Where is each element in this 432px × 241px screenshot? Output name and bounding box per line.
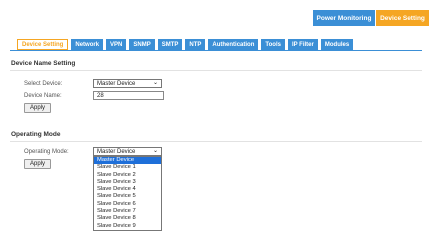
tab-authentication[interactable]: Authentication [208,39,259,50]
option-item[interactable]: Master Device [94,157,161,165]
option-item[interactable]: Slave Device 1 [94,164,161,171]
option-item[interactable]: Slave Device 5 [94,193,161,200]
device-name-value: 28 [97,92,104,99]
option-item[interactable]: Slave Device 6 [94,201,161,208]
option-item[interactable]: Slave Device 3 [94,179,161,186]
settings-tabs: Device Setting Network VPN SNMP SMTP NTP… [17,39,354,50]
operating-mode-label: Operating Mode: [24,149,69,155]
select-device-label: Select Device: [24,81,63,87]
option-item[interactable]: Slave Device 2 [94,172,161,179]
operating-mode-dropdown[interactable]: Master Device ⌄ [93,147,162,156]
tab-tools[interactable]: Tools [261,39,285,50]
device-name-setting-title: Device Name Setting [11,60,76,67]
power-monitoring-button[interactable]: Power Monitoring [313,10,375,26]
tab-network[interactable]: Network [71,39,104,50]
device-name-label: Device Name: [24,93,62,99]
device-setting-button[interactable]: Device Setting [376,10,429,26]
tab-modules[interactable]: Modules [320,39,354,50]
operating-mode-options-list: Master Device Slave Device 1 Slave Devic… [93,156,162,231]
tab-vpn[interactable]: VPN [106,39,127,50]
operating-mode-apply-button[interactable]: Apply [24,159,51,169]
tab-underline [10,50,422,51]
option-item[interactable]: Slave Device 7 [94,208,161,215]
operating-mode-title: Operating Mode [11,131,61,138]
tab-ntp[interactable]: NTP [185,39,206,50]
option-item[interactable]: Slave Device 9 [94,223,161,230]
chevron-down-icon: ⌄ [152,80,158,86]
option-item[interactable]: Slave Device 4 [94,186,161,193]
operating-mode-value: Master Device [97,148,136,155]
tab-ip-filter[interactable]: IP Filter [287,39,318,50]
chevron-down-icon: ⌄ [152,148,158,154]
device-name-input[interactable]: 28 [93,91,164,100]
select-device-value: Master Device [97,80,136,87]
section-divider [10,141,422,142]
select-device-dropdown[interactable]: Master Device ⌄ [93,79,162,88]
section-divider [10,70,422,71]
top-bar: Power Monitoring Device Setting [0,0,432,38]
tab-snmp[interactable]: SNMP [129,39,155,50]
device-name-apply-button[interactable]: Apply [24,103,51,113]
tab-smtp[interactable]: SMTP [157,39,183,50]
option-item[interactable]: Slave Device 8 [94,215,161,222]
tab-device-setting[interactable]: Device Setting [17,39,69,50]
